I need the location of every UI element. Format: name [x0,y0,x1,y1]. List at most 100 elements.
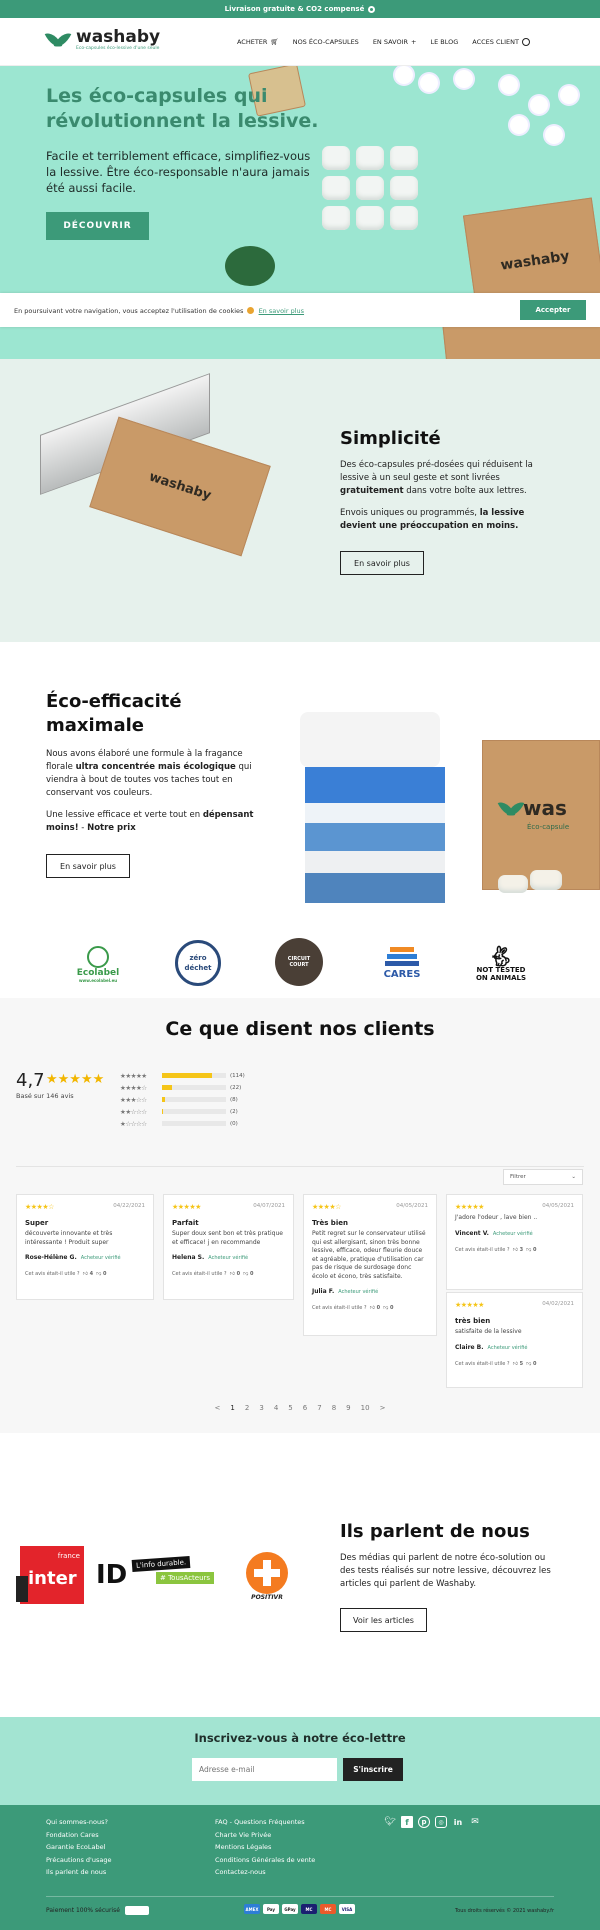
verified-badge: Acheteur vérifié [208,1255,249,1261]
see-articles-button[interactable]: Voir les articles [340,1608,427,1632]
stripe-badge-icon [124,1906,149,1915]
rating-bar-fill [162,1097,166,1102]
rating-bar-stars: ★★☆☆☆ [120,1107,147,1116]
verified-badge: Acheteur vérifié [492,1230,533,1237]
rating-bar-track [162,1109,226,1114]
review-helpful: Cet avis était-il utile ? 👍︎ 0 👎︎ 0 [312,1305,394,1311]
rating-bar-row[interactable]: ★★★★☆ (22) [120,1083,270,1092]
thumbs-down-icon[interactable]: 👎︎ [96,1271,101,1277]
twitter-icon[interactable]: 🐦︎ [384,1816,396,1828]
rating-bar-fill [162,1109,163,1114]
review-author: Vincent V. Acheteur vérifié [455,1229,533,1237]
pagination: <1 2 3 4 5 6 7 8 9 10 > [0,1404,600,1412]
pinterest-icon[interactable]: p [418,1816,430,1828]
thumbs-up-icon[interactable]: 👍︎ [230,1271,235,1277]
page-link[interactable]: 10 [361,1404,370,1412]
thumbs-down-icon[interactable]: 👎︎ [526,1361,531,1367]
nav-acheter[interactable]: ACHETER 🛒︎ [237,38,279,46]
page-link[interactable]: 9 [346,1404,350,1412]
page-link[interactable]: 8 [332,1404,336,1412]
rating-bar-row[interactable]: ★☆☆☆☆ (0) [120,1119,270,1128]
simplicity-learn-more-button[interactable]: En savoir plus [340,551,424,575]
not-tested-on-animals-logo: 🐇︎ NOT TESTED ON ANIMALS [475,944,526,982]
rating-bar-row[interactable]: ★★☆☆☆ (2) [120,1107,270,1116]
review-title: Très bien [312,1219,348,1227]
cookie-learn-more-link[interactable]: En savoir plus [259,307,304,315]
page-link[interactable]: 4 [274,1404,278,1412]
thumbs-down-icon[interactable]: 👎︎ [243,1271,248,1277]
thumbs-up-icon[interactable]: 👍︎ [83,1271,88,1277]
review-helpful: Cet avis était-il utile ? 👍︎ 4 👎︎ 0 [25,1271,107,1277]
page-link[interactable]: 5 [288,1404,292,1412]
footer-link[interactable]: Contactez-nous [215,1866,315,1879]
circuit-court-logo: CIRCUIT COURT [275,938,323,986]
email-icon[interactable]: ✉ [469,1816,481,1828]
rating-bar-row[interactable]: ★★★★★ (114) [120,1071,270,1080]
page-link[interactable]: 7 [317,1404,321,1412]
instagram-icon[interactable]: ◎ [435,1816,447,1828]
discover-button[interactable]: DÉCOUVRIR [46,212,149,240]
apple-pay-icon: Pay [263,1904,279,1914]
footer-link[interactable]: Précautions d'usage [46,1854,111,1867]
rating-bar-stars: ★★★★★ [120,1071,147,1080]
folded-clothes-image [300,712,450,907]
footer-link[interactable]: Fondation Cares [46,1829,111,1842]
google-pay-icon: GPay [282,1904,298,1914]
review-body: Petit regret sur le conservateur utilisé… [312,1230,426,1280]
review-author: Helena S. Acheteur vérifié [172,1254,249,1261]
rating-bar-row[interactable]: ★★★☆☆ (8) [120,1095,270,1104]
logo[interactable]: washaby Eco-capsules éco-lessive d'une s… [44,28,160,52]
footer-column-1: Qui sommes-nous? Fondation Cares Garanti… [46,1816,111,1879]
review-stars: ★★★★☆ [312,1203,341,1211]
nav-en-savoir[interactable]: EN SAVOIR + [373,38,417,46]
thumbs-up-icon[interactable]: 👍︎ [370,1305,375,1311]
facebook-icon[interactable]: f [401,1816,413,1828]
review-card: ★★★★★ 04/05/2021 J'adore l'odeur , lave bi… [446,1194,583,1290]
plant-image [225,246,275,286]
cookie-accept-button[interactable]: Accepter [520,300,586,320]
thumbs-up-icon[interactable]: 👍︎ [513,1361,518,1367]
divider [16,1166,584,1167]
footer-link[interactable]: Conditions Générales de vente [215,1854,315,1867]
box-subtitle: Éco-capsule [527,823,570,831]
box-brand-text: washaby [147,469,213,504]
cookie-message: En poursuivant votre navigation, vous ac… [14,307,244,315]
footer-link[interactable]: Qui sommes-nous? [46,1816,111,1829]
announcement-text: Livraison gratuite & CO2 compensé [224,5,365,13]
page-link[interactable]: 1 [230,1404,234,1412]
main-nav: ACHETER 🛒︎ NOS ÉCO-CAPSULES EN SAVOIR + LE… [237,38,530,46]
linkedin-icon[interactable]: in [452,1816,464,1828]
page-link[interactable]: 6 [303,1404,307,1412]
page-link[interactable]: 3 [259,1404,263,1412]
press-title: Ils parlent de nous [340,1521,530,1542]
review-date: 04/22/2021 [113,1203,145,1209]
footer-link[interactable]: Garantie EcoLabel [46,1841,111,1854]
thumbs-down-icon[interactable]: 👎︎ [383,1305,388,1311]
amex-icon: AMEX [244,1904,260,1914]
footer-link[interactable]: FAQ - Questions Fréquentes [215,1816,315,1829]
simplicity-paragraph-1: Des éco-capsules pré-dosées qui réduisen… [340,460,533,496]
newsletter-email-input[interactable] [192,1758,337,1781]
footer-link[interactable]: Ils parlent de nous [46,1866,111,1879]
nav-acces-client[interactable]: ACCES CLIENT [472,38,530,46]
thumbs-up-icon[interactable]: 👍︎ [513,1247,518,1253]
review-helpful: Cet avis était-il utile ? 👍︎ 0 👎︎ 0 [172,1271,254,1277]
reviews-title: Ce que disent nos clients [165,1018,435,1040]
nav-eco-capsules[interactable]: NOS ÉCO-CAPSULES [293,38,359,46]
prev-page-link[interactable]: < [215,1404,221,1412]
newsletter-subscribe-button[interactable]: S'inscrire [343,1758,403,1781]
review-card: ★★★★☆ 04/05/2021 Très bien Petit regret sur… [303,1194,437,1336]
nav-blog[interactable]: LE BLOG [430,38,458,46]
cookie-text: En poursuivant votre navigation, vous ac… [14,307,304,315]
newsletter-title: Inscrivez-vous à notre éco-lettre [194,1731,406,1745]
review-filter-select[interactable]: Filtrer ⌄ [503,1169,583,1185]
eco-learn-more-button[interactable]: En savoir plus [46,854,130,878]
review-author: Claire B. Acheteur vérifié [455,1343,528,1351]
footer-link[interactable]: Charte Vie Privée [215,1829,315,1842]
next-page-link[interactable]: > [380,1404,386,1412]
secure-payment-text: Paiement 100% sécurisé [46,1907,120,1914]
zero-dechet-logo: zéro déchet [175,940,221,986]
footer-link[interactable]: Mentions Légales [215,1841,315,1854]
page-link[interactable]: 2 [245,1404,249,1412]
thumbs-down-icon[interactable]: 👎︎ [526,1247,531,1253]
